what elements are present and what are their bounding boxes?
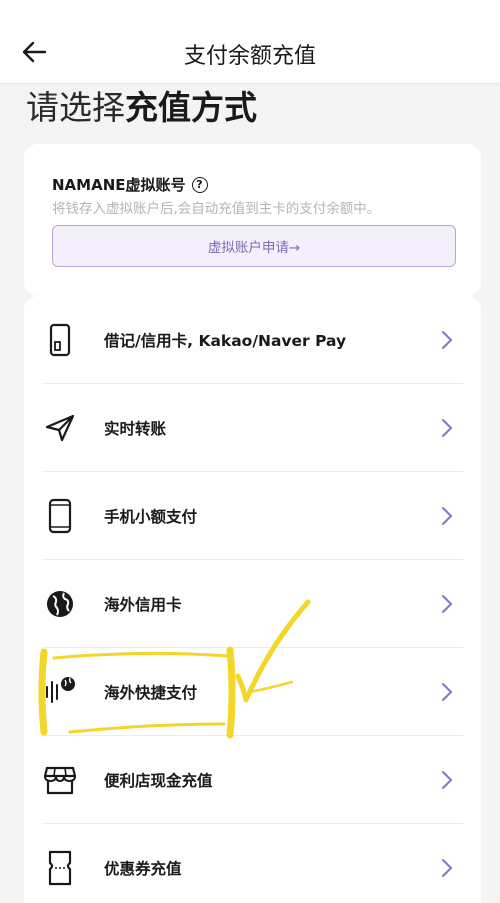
section-heading-light: 请选择: [26, 88, 125, 127]
virtual-account-title: NAMANE虚拟账号: [52, 176, 186, 194]
method-row-overseas-card[interactable]: 海外信用卡: [24, 560, 481, 648]
chevron-right-icon: [437, 329, 457, 351]
card-icon: [42, 322, 78, 358]
method-row-realtime-transfer[interactable]: 实时转账: [24, 384, 481, 472]
section-heading-bold: 充值方式: [125, 88, 257, 127]
method-row-convenience-store[interactable]: 便利店现金充值: [24, 736, 481, 824]
chevron-right-icon: [437, 769, 457, 791]
method-label: 优惠券充值: [104, 860, 182, 878]
contactless-globe-icon: [42, 674, 78, 710]
store-icon: [42, 762, 78, 798]
chevron-right-icon: [437, 505, 457, 527]
mobile-phone-icon: [42, 498, 78, 534]
method-label: 海外信用卡: [104, 596, 182, 614]
payment-methods-list: 借记/信用卡, Kakao/Naver Pay 实时转账 手机小额支付 海外信用…: [24, 296, 481, 903]
section-heading: 请选择充值方式: [26, 86, 257, 130]
virtual-account-title-row: NAMANE虚拟账号 ?: [52, 174, 208, 195]
paper-plane-icon: [42, 410, 78, 446]
method-label: 手机小额支付: [104, 508, 198, 526]
method-row-card[interactable]: 借记/信用卡, Kakao/Naver Pay: [24, 296, 481, 384]
virtual-account-apply-button[interactable]: 虚拟账户申请→: [52, 225, 456, 267]
method-label: 借记/信用卡, Kakao/Naver Pay: [104, 332, 347, 350]
globe-icon: [42, 586, 78, 622]
virtual-account-description: 将钱存入虚拟账户后,会自动充值到主卡的支付余额中。: [52, 201, 381, 217]
method-label: 便利店现金充值: [104, 772, 213, 790]
chevron-right-icon: [437, 681, 457, 703]
method-row-mobile-payment[interactable]: 手机小额支付: [24, 472, 481, 560]
chevron-right-icon: [437, 593, 457, 615]
page-title: 支付余额充值: [183, 44, 316, 69]
method-row-overseas-quick-pay[interactable]: 海外快捷支付: [24, 648, 481, 736]
method-label: 实时转账: [104, 420, 167, 438]
chevron-right-icon: [437, 857, 457, 879]
method-row-coupon[interactable]: 优惠券充值: [24, 824, 481, 903]
ticket-icon: [42, 850, 78, 886]
question-circle-icon[interactable]: ?: [191, 176, 208, 193]
virtual-account-card: NAMANE虚拟账号 ? 将钱存入虚拟账户后,会自动充值到主卡的支付余额中。 虚…: [24, 144, 481, 296]
method-label: 海外快捷支付: [104, 684, 198, 702]
chevron-right-icon: [437, 417, 457, 439]
top-app-bar: 支付余额充值: [0, 0, 500, 84]
